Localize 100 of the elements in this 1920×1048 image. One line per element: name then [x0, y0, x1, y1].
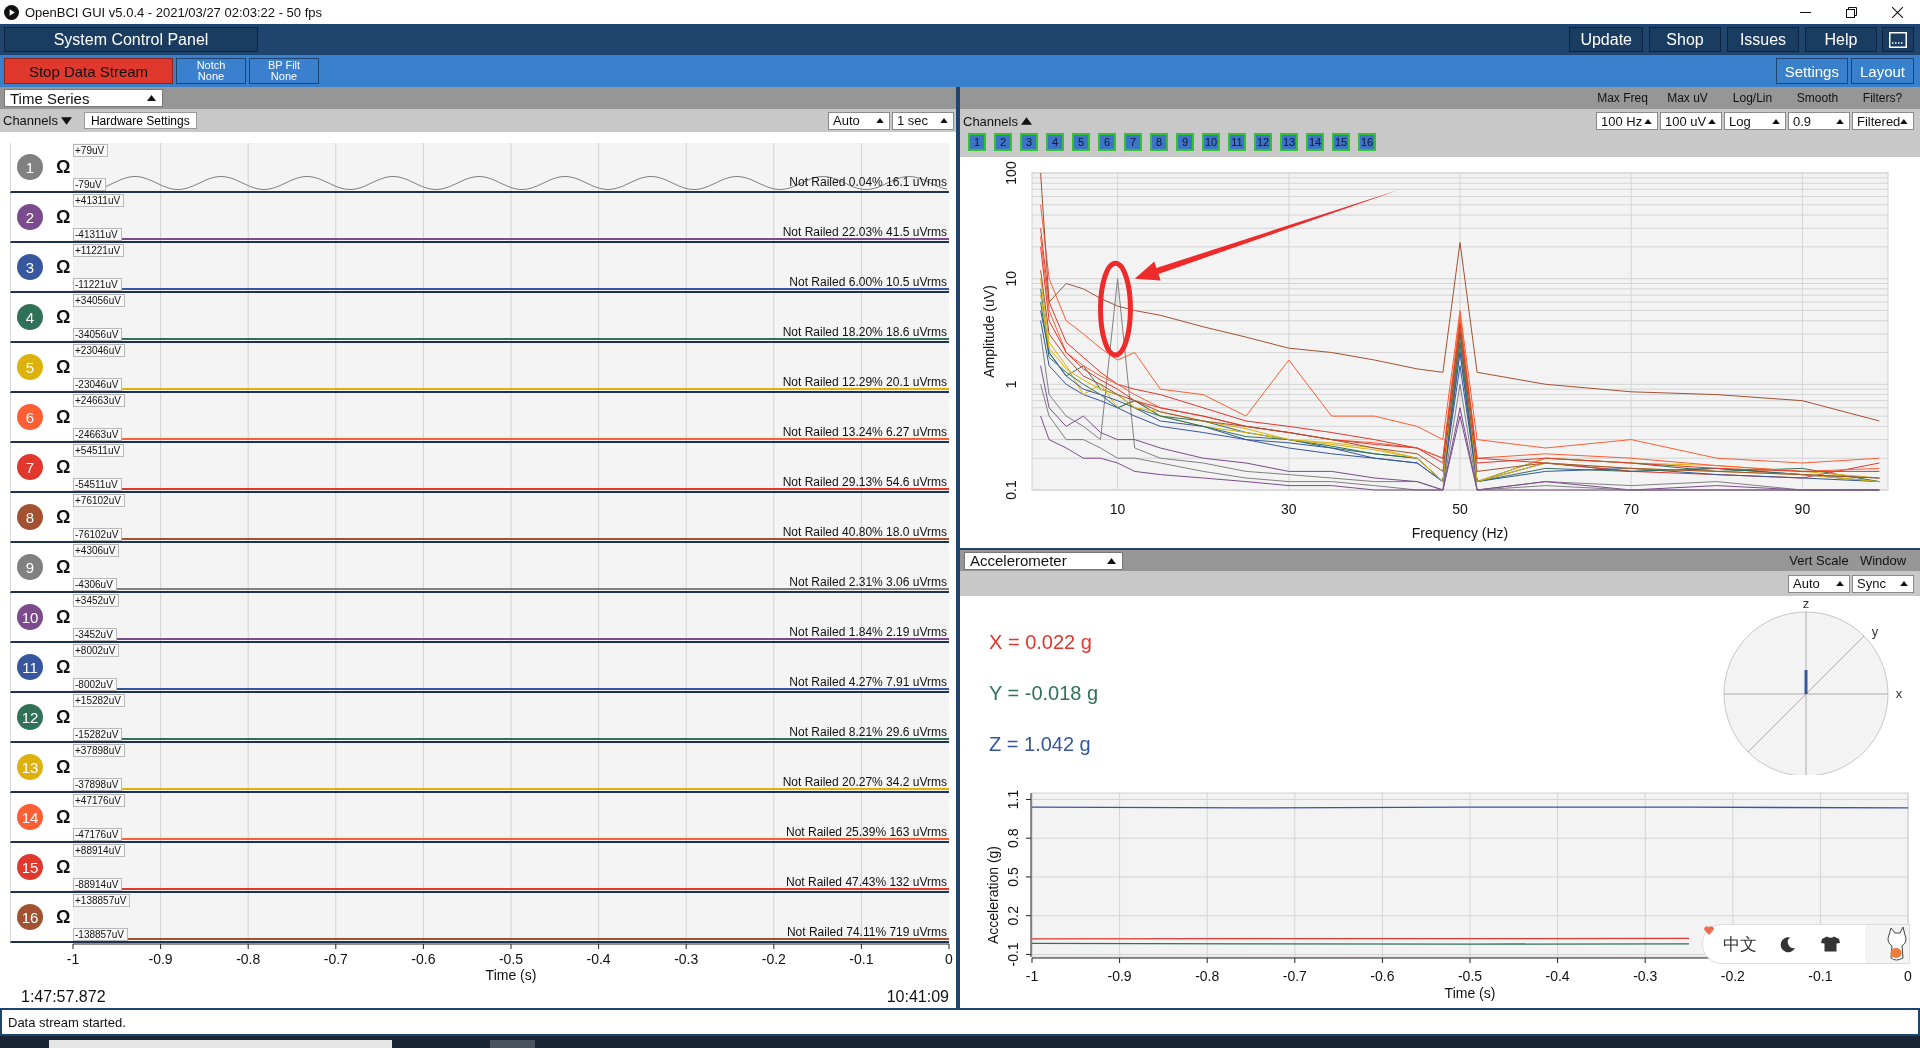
axis-tick-label: -0.8	[1195, 968, 1220, 984]
axis-tick-label: 1	[1003, 380, 1019, 389]
scale-label: -76102uV	[73, 528, 123, 541]
channel-status: Not Railed 4.27% 7.91 uVrms	[789, 675, 947, 689]
scale-label: -88914uV	[73, 878, 123, 891]
scale-label: +138857uV	[73, 894, 131, 907]
axis-tick-label: -0.6	[1370, 968, 1395, 984]
channel-status: Not Railed 29.13% 54.6 uVrms	[782, 475, 947, 489]
axis-tick-label: -0.3	[1633, 968, 1658, 984]
axis-tick-label: -0.4	[1545, 968, 1570, 984]
scale-label: -24663uV	[73, 428, 123, 441]
scale-label: +34056uV	[73, 294, 125, 307]
axis-tick-label: 0	[945, 951, 953, 967]
scale-label: -23046uV	[73, 378, 123, 391]
axis-tick-label: 0	[1904, 968, 1912, 984]
channel-status: Not Railed 2.31% 3.06 uVrms	[789, 575, 947, 589]
channel-status: Not Railed 6.00% 10.5 uVrms	[789, 275, 947, 289]
scale-label: +23046uV	[73, 344, 125, 357]
scale-label: +4306uV	[73, 544, 120, 557]
axis-tick-label: -0.2	[1720, 968, 1745, 984]
axis-tick-label: 0.2	[1005, 905, 1021, 926]
scale-label: -4306uV	[73, 578, 117, 591]
axis-tick-label: 0.8	[1005, 828, 1021, 848]
channel-status: Not Railed 13.24% 6.27 uVrms	[782, 425, 947, 439]
channel-status: Not Railed 25.39% 163 uVrms	[786, 825, 947, 839]
axis-title: Time (s)	[485, 967, 537, 983]
scale-label: +8002uV	[73, 644, 120, 657]
scale-label: -79uV	[73, 178, 106, 191]
scale-label: +3452uV	[73, 594, 120, 607]
axis-tick-label: 50	[1452, 501, 1468, 517]
axis-title: Amplitude (uV)	[981, 285, 997, 378]
scale-label: +47176uV	[73, 794, 125, 807]
scale-label: -34056uV	[73, 328, 123, 341]
control-label: Filters?	[1861, 91, 1904, 105]
scale-label: -138857uV	[73, 928, 128, 941]
control-label: Window	[1858, 553, 1908, 568]
status-bar: Data stream started.	[0, 1008, 1920, 1036]
scale-label: -11221uV	[73, 278, 122, 291]
channel-status: Not Railed 18.20% 18.6 uVrms	[782, 325, 947, 339]
control-label: Vert Scale	[1788, 553, 1850, 568]
scale-label: -37898uV	[73, 778, 123, 791]
control-label: Max uV	[1666, 91, 1709, 105]
channel-status: Not Railed 47.43% 132 uVrms	[786, 875, 947, 889]
axis-tick-label: 30	[1281, 501, 1297, 517]
channel-status: Not Railed 40.80% 18.0 uVrms	[782, 525, 947, 539]
axis-tick-label: -0.8	[236, 951, 261, 967]
scale-label: -8002uV	[73, 678, 117, 691]
axis-tick-label: -0.1	[849, 951, 874, 967]
axis-title: Acceleration (g)	[985, 846, 1001, 944]
axis-tick-label: -0.5	[498, 951, 524, 967]
window-title: OpenBCI GUI v5.0.4 - 2021/03/27 02:03:22 - 50 fps	[25, 4, 323, 20]
scale-label: +15282uV	[73, 694, 125, 707]
channel-status: Not Railed 8.21% 29.6 uVrms	[789, 725, 947, 739]
axis-tick-label: -0.9	[1107, 968, 1132, 984]
axis-tick-label: -0.6	[411, 951, 436, 967]
control-label: Log/Lin	[1731, 91, 1774, 105]
channel-status: Not Railed 74.11% 719 uVrms	[786, 925, 947, 939]
channel-status: Not Railed 12.29% 20.1 uVrms	[782, 375, 947, 389]
axis-label: x	[1895, 686, 1903, 701]
scale-label: +41311uV	[73, 194, 125, 207]
axis-tick-label: -0.7	[1282, 968, 1307, 984]
control-label: Max Freq	[1596, 91, 1649, 105]
axis-tick-label: 100	[1003, 161, 1019, 185]
acceleration-reading: Z = 1.042 g	[989, 732, 1091, 756]
scale-label: -3452uV	[73, 628, 117, 641]
scale-label: +88914uV	[73, 844, 125, 857]
axis-tick-label: -0.7	[323, 951, 348, 967]
axis-tick-label: 0.5	[1005, 867, 1021, 887]
scale-label: -54511uV	[73, 478, 122, 491]
channel-status: Not Railed 0.04% 16.1 uVrms	[789, 175, 947, 189]
scale-label: -15282uV	[73, 728, 123, 741]
elapsed-time: 1:47:57.872	[21, 987, 106, 1006]
axis-tick-label: -0.9	[148, 951, 173, 967]
scale-label: +24663uV	[73, 394, 125, 407]
axis-title: Time (s)	[1444, 985, 1496, 1001]
axis-tick-label: -0.1	[1005, 942, 1021, 967]
axis-tick-label: 10	[1003, 270, 1019, 287]
channel-status: Not Railed 22.03% 41.5 uVrms	[782, 225, 947, 239]
axis-tick-label: -0.1	[1808, 968, 1833, 984]
axis-tick-label: -1	[1025, 968, 1039, 984]
axis-tick-label: 70	[1623, 501, 1639, 517]
axis-tick-label: 0.1	[1003, 480, 1019, 500]
scale-label: +11221uV	[73, 244, 125, 257]
scale-label: -47176uV	[73, 828, 123, 841]
scale-label: +79uV	[73, 144, 109, 157]
axis-tick-label: -0.5	[1457, 968, 1483, 984]
axis-tick-label: -0.4	[586, 951, 611, 967]
scale-label: +76102uV	[73, 494, 125, 507]
axis-tick-label: 10	[1109, 501, 1126, 517]
acceleration-reading: Y = -0.018 g	[989, 681, 1099, 705]
axis-title: Frequency (Hz)	[1411, 525, 1509, 541]
axis-tick-label: 90	[1794, 501, 1811, 517]
scale-label: -41311uV	[73, 228, 122, 241]
axis-tick-label: 1.1	[1005, 789, 1021, 810]
scale-label: +37898uV	[73, 744, 125, 757]
control-label: Smooth	[1795, 91, 1840, 105]
scale-label: +54511uV	[73, 444, 125, 457]
axis-label: y	[1871, 624, 1879, 639]
axis-tick-label: -0.2	[761, 951, 786, 967]
channel-status: Not Railed 20.27% 34.2 uVrms	[782, 775, 947, 789]
